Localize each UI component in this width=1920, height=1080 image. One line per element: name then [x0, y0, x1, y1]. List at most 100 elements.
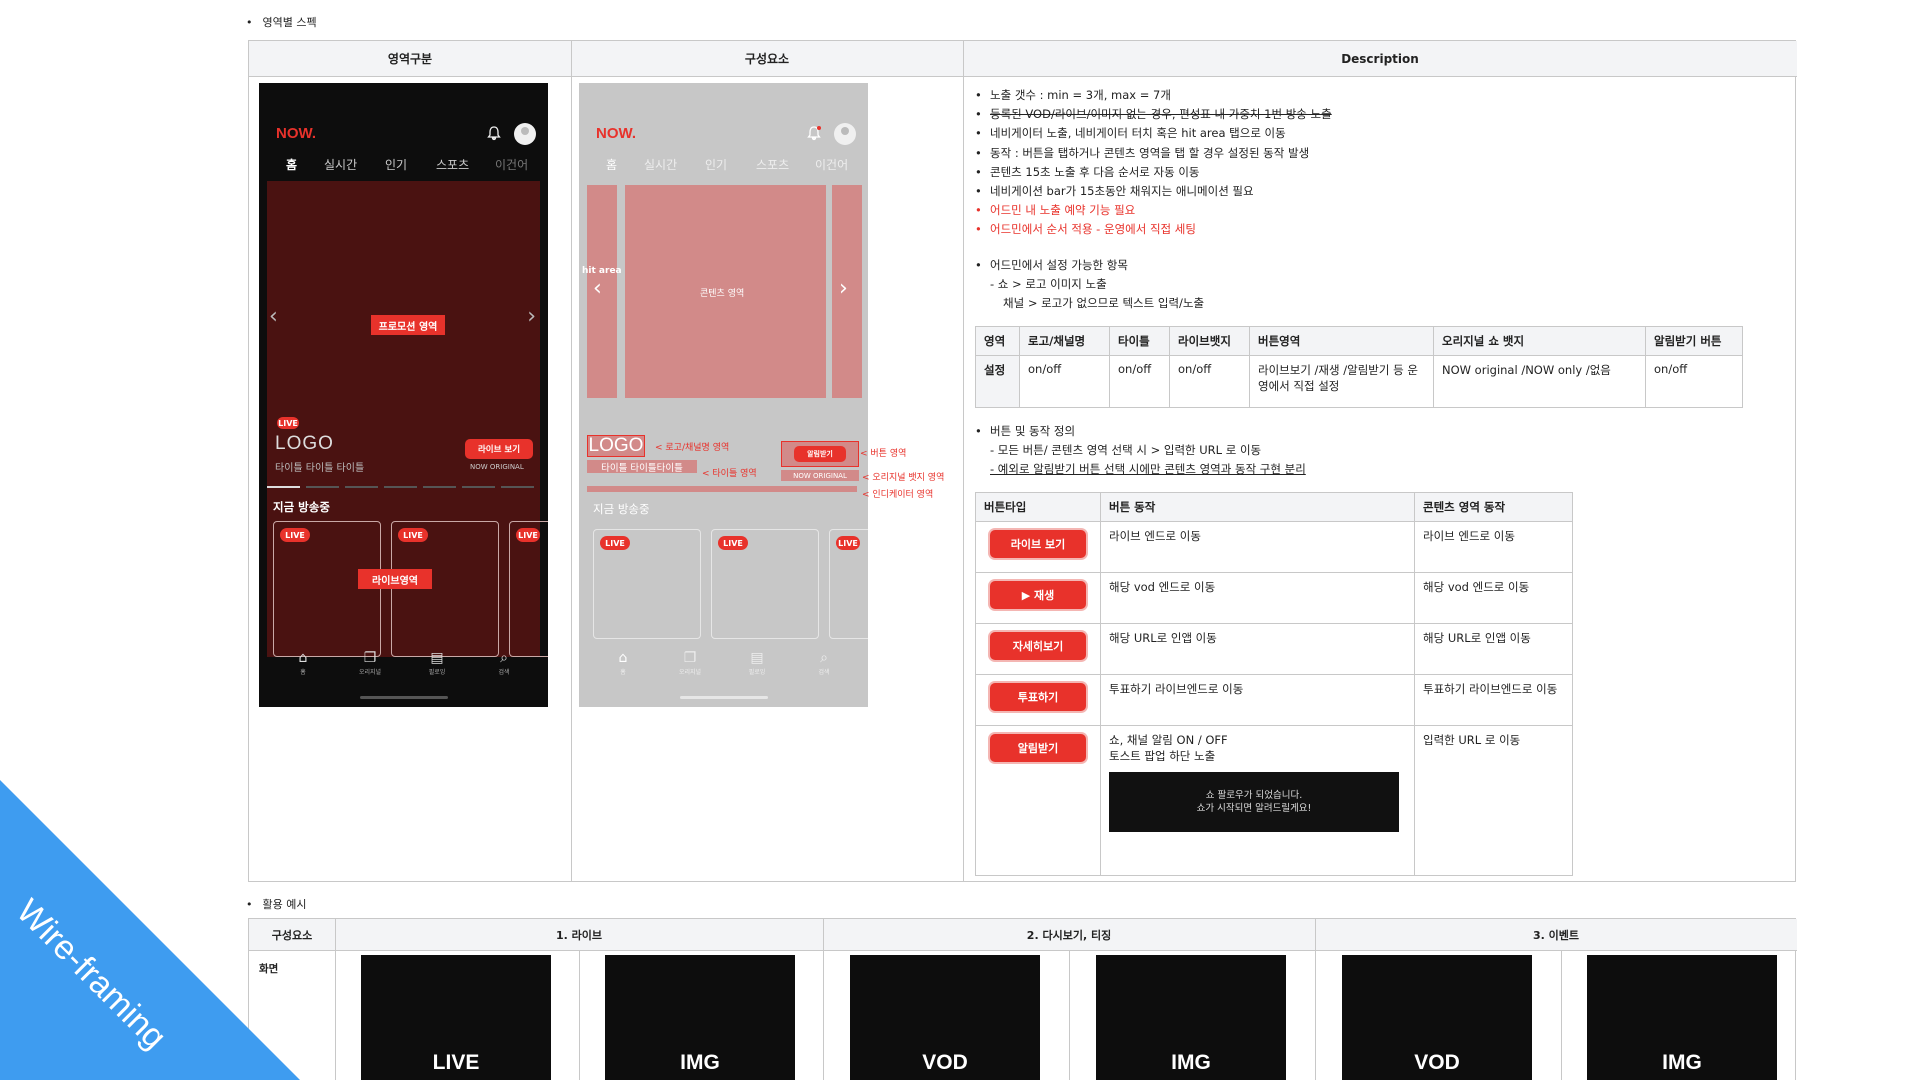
- bullet-nav-animation: 네비게이션 bar가 15초동안 채워지는 애니메이션 필요: [975, 182, 1332, 201]
- original-badge: NOW ORIGINAL: [470, 463, 524, 471]
- archive-icon: ▤: [750, 650, 764, 666]
- brand-logo: NOW.: [276, 125, 316, 142]
- bell-icon: [807, 126, 821, 141]
- section-title-spec: 영역별 스펙: [246, 14, 317, 30]
- indicator-area: [587, 486, 857, 492]
- avatar: [834, 123, 856, 145]
- promotion-area-label: 프로모션 영역: [371, 315, 445, 335]
- description-bullets: 노출 갯수 : min = 3개, max = 7개 등록된 VOD/라이브/이…: [975, 86, 1332, 240]
- annotation-original: < 오리지널 뱃지 영역: [862, 473, 945, 483]
- admin-settings-bullets: 어드민에서 설정 가능한 항목: [975, 256, 1128, 275]
- indicator-segment: [345, 486, 378, 488]
- live-area-label: 라이브영역: [358, 569, 432, 589]
- original-badge-area: NOW ORIGINAL: [781, 470, 859, 481]
- nav-following[interactable]: ▤ 필로잉: [417, 649, 457, 676]
- avatar[interactable]: [514, 123, 536, 145]
- now-on-air-title: 지금 방송중: [273, 500, 330, 514]
- usage-header-vod: 2. 다시보기, 티징: [823, 919, 1315, 951]
- details-button[interactable]: 자세히보기: [990, 632, 1086, 660]
- tab-sports: 스포츠: [756, 158, 790, 172]
- live-badge: LIVE: [836, 536, 860, 550]
- indicator-active: [267, 486, 300, 488]
- live-card[interactable]: LIVE: [391, 521, 499, 657]
- show-title: 타이틀 타이틀 타이틀: [275, 463, 365, 474]
- content-area-label: 콘텐츠 영역: [700, 289, 745, 299]
- chevron-left-icon: ‹: [593, 276, 602, 301]
- tab-more: 이건어: [815, 158, 849, 172]
- live-card[interactable]: LIVE: [509, 521, 548, 657]
- spec-header-component: 구성요소: [571, 41, 963, 77]
- spec-header-description: Description: [963, 41, 1797, 77]
- live-watch-button[interactable]: 라이브 보기: [465, 439, 533, 459]
- live-watch-button[interactable]: 라이브 보기: [990, 530, 1086, 558]
- indicator-segment: [462, 486, 495, 488]
- annotation-title: < 타이틀 영역: [702, 469, 757, 479]
- chevron-left-icon[interactable]: ‹: [269, 304, 278, 329]
- thumb-vod: VOD: [850, 955, 1040, 1080]
- search-icon: ⌕: [820, 650, 828, 666]
- copy-icon: ❐: [363, 650, 377, 666]
- tab-popular[interactable]: 인기: [385, 156, 407, 173]
- usage-header-event: 3. 이벤트: [1315, 919, 1797, 951]
- indicator-segment: [423, 486, 456, 488]
- admin-line-show: - 쇼 > 로고 이미지 노출: [990, 277, 1107, 291]
- title-area: 타이틀 타이틀타이틀: [587, 460, 697, 474]
- vote-button[interactable]: 투표하기: [990, 683, 1086, 711]
- usage-header-live: 1. 라이브: [335, 919, 823, 951]
- live-card[interactable]: LIVE: [273, 521, 381, 657]
- bullet-fallback: 등록된 VOD/라이브/이미지 없는 경우, 편성표 내 가중치 1번 방송 노…: [975, 105, 1332, 124]
- phone-mockup-dark: NOW. 홈 실시간 인기 스포츠 이건어 ‹ › 프로모션 영역 LIVE L…: [259, 83, 548, 707]
- live-badge: LIVE: [398, 528, 428, 542]
- annotation-button: < 버튼 영역: [860, 449, 907, 459]
- admin-settings-table: 영역 로고/채널명 타이틀 라이브뱃지 버튼영역 오리지널 쇼 뱃지 알림받기 …: [975, 326, 1743, 408]
- home-indicator: [680, 696, 768, 699]
- spec-header-area: 영역구분: [249, 41, 571, 77]
- tab-popular: 인기: [705, 158, 728, 172]
- bell-icon[interactable]: [486, 125, 502, 141]
- button-definition-title: 버튼 및 동작 정의: [975, 422, 1075, 441]
- home-indicator: [360, 696, 448, 699]
- tab-more[interactable]: 이건어: [495, 156, 528, 173]
- show-logo: LOGO: [275, 433, 334, 454]
- nav-original[interactable]: ❐ 오리지널: [350, 649, 390, 676]
- nav-search[interactable]: ⌕ 검색: [484, 649, 524, 676]
- thumb-img: IMG: [1587, 955, 1777, 1080]
- annotation-indicator: < 인디케이터 영역: [862, 490, 934, 500]
- play-button[interactable]: ▶ 재생: [990, 581, 1086, 609]
- bullet-reservation: 어드민 내 노출 예약 기능 필요: [975, 201, 1332, 220]
- indicator-segment: [306, 486, 339, 488]
- live-badge: LIVE: [718, 536, 748, 550]
- button-line-exception: - 예외로 알림받기 버튼 선택 시에만 콘텐츠 영역과 동작 구현 분리: [990, 462, 1306, 476]
- bottom-navigation: ⌂ 홈 ❐ 오리지널 ▤ 필로잉 ⌕ 검색: [579, 649, 868, 707]
- corner-ribbon: Wire-framing: [0, 780, 300, 1080]
- admin-line-channel: 채널 > 로고가 없으므로 텍스트 입력/노출: [1003, 296, 1205, 310]
- bullet-exposure-count: 노출 갯수 : min = 3개, max = 7개: [975, 86, 1332, 105]
- alarm-button: 알림받기: [794, 446, 846, 462]
- live-badge: LIVE: [516, 528, 540, 542]
- logo-area: LOGO: [587, 435, 645, 457]
- indicator-segment: [501, 486, 534, 488]
- indicator-segment: [384, 486, 417, 488]
- tab-home[interactable]: 홈: [286, 156, 297, 173]
- live-card: LIVE: [711, 529, 819, 639]
- tab-realtime[interactable]: 실시간: [324, 156, 357, 173]
- thumb-img: IMG: [605, 955, 795, 1080]
- button-definition-bullets: 버튼 및 동작 정의: [975, 422, 1075, 441]
- nav-search: ⌕ 검색: [804, 649, 844, 676]
- bullet-action: 동작 : 버튼을 탭하거나 콘텐츠 영역을 탭 할 경우 설정된 동작 발생: [975, 144, 1332, 163]
- nav-home[interactable]: ⌂ 홈: [283, 649, 323, 676]
- hit-area-left: [587, 185, 617, 398]
- bullet-admin-order: 어드민에서 순서 적용 - 운영에서 직접 세팅: [975, 220, 1332, 239]
- promotion-area[interactable]: ‹ › 프로모션 영역 LIVE LOGO 타이틀 타이틀 타이틀 라이브 보기…: [267, 181, 540, 497]
- button-area: 알림받기: [781, 441, 859, 467]
- live-badge: LIVE: [280, 528, 310, 542]
- chevron-right-icon[interactable]: ›: [527, 304, 536, 329]
- alarm-button[interactable]: 알림받기: [990, 734, 1086, 762]
- bullet-navigator: 네비게이터 노출, 네비게이터 터치 혹은 hit area 탭으로 이동: [975, 124, 1332, 143]
- toast-popup: 쇼 팔로우가 되었습니다. 쇼가 시작되면 알려드릴게요!: [1109, 772, 1399, 832]
- search-icon: ⌕: [500, 650, 508, 666]
- tab-sports[interactable]: 스포츠: [436, 156, 469, 173]
- live-badge: LIVE: [600, 536, 630, 550]
- live-badge: LIVE: [277, 417, 299, 429]
- thumb-vod: VOD: [1342, 955, 1532, 1080]
